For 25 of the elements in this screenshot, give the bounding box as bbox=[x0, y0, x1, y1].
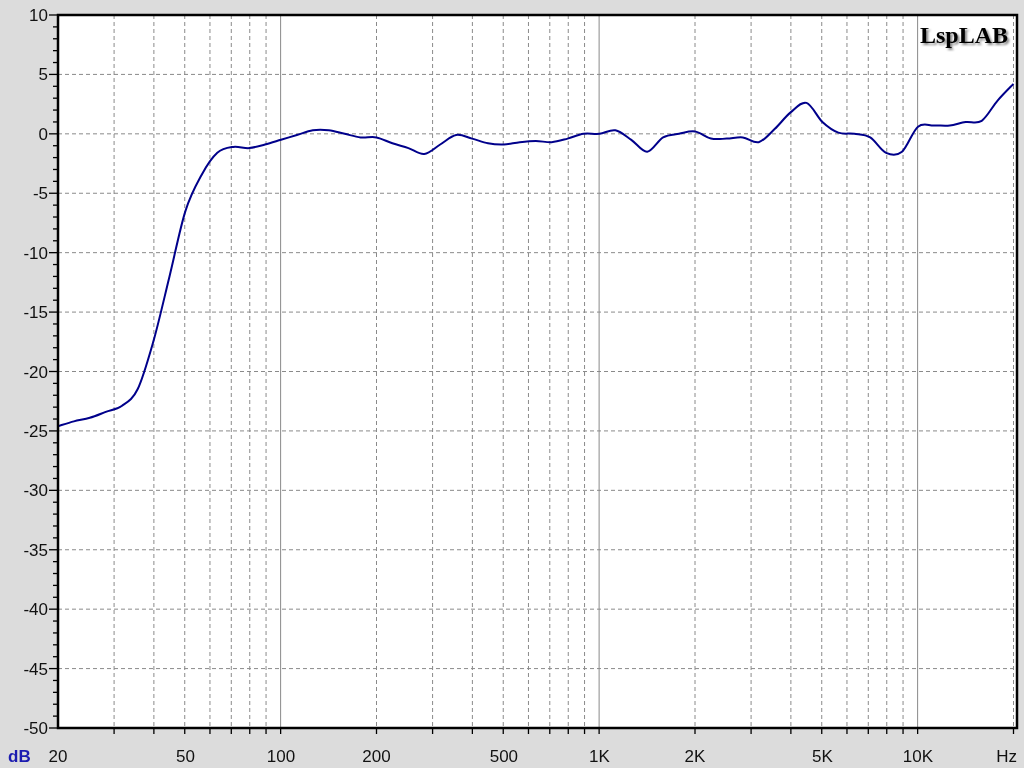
tick-label: -5 bbox=[32, 184, 48, 204]
tick-label: 2K bbox=[684, 747, 706, 766]
tick-label: 5 bbox=[38, 65, 48, 85]
tick-label: -40 bbox=[23, 600, 48, 620]
tick-label: 1K bbox=[589, 747, 610, 766]
tick-label: 500 bbox=[489, 747, 519, 766]
tick-label: 10 bbox=[29, 6, 48, 25]
tick-label: 0 bbox=[38, 124, 48, 144]
tick-label: -45 bbox=[23, 659, 48, 679]
axis-label: dB bbox=[8, 747, 31, 766]
tick-label: -25 bbox=[23, 421, 48, 441]
tick-label: -20 bbox=[23, 362, 48, 382]
tick-label: 5K bbox=[812, 747, 833, 766]
axis-label: Hz bbox=[996, 747, 1017, 766]
tick-label: 100 bbox=[266, 747, 296, 766]
brand-label: LspLAB bbox=[919, 22, 1008, 48]
tick-label: 50 bbox=[175, 747, 195, 766]
tick-label: 20 bbox=[48, 747, 68, 766]
tick-label: -10 bbox=[23, 243, 48, 263]
tick-label: -50 bbox=[23, 719, 48, 738]
tick-label: -30 bbox=[23, 481, 48, 501]
tick-label: -35 bbox=[23, 540, 48, 560]
tick-label: -15 bbox=[23, 303, 48, 323]
tick-label: 200 bbox=[362, 747, 391, 766]
tick-label: 10K bbox=[902, 747, 934, 766]
